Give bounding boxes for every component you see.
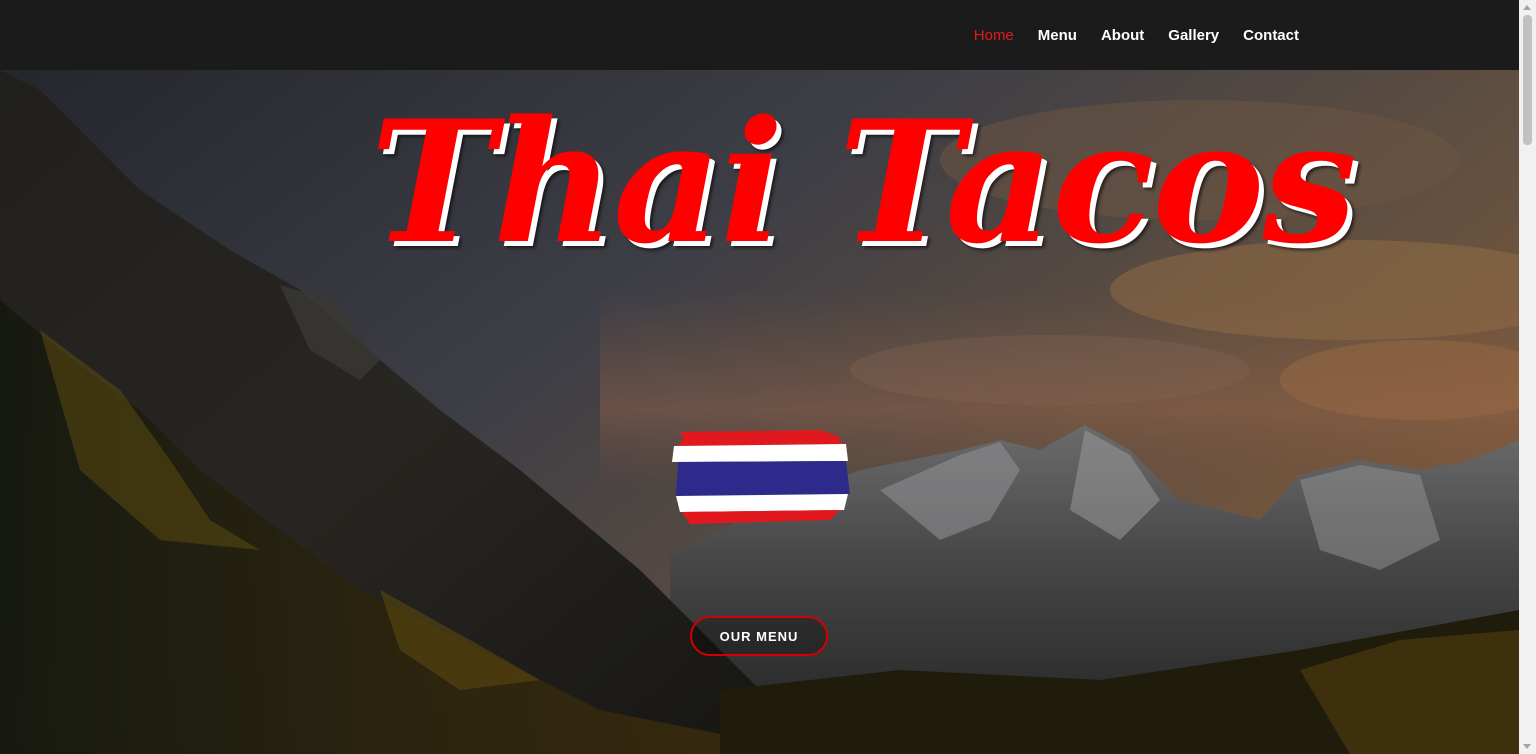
page-scrollbar[interactable] [1519, 0, 1536, 754]
nav-item-contact[interactable]: Contact [1243, 27, 1299, 44]
navbar: Home Menu About Gallery Contact [0, 0, 1519, 70]
hero-section: Thai Tacos OUR MENU [0, 70, 1519, 754]
nav-links: Home Menu About Gallery Contact [974, 0, 1299, 70]
page: Home Menu About Gallery Contact Thai Tac… [0, 0, 1536, 754]
nav-item-gallery[interactable]: Gallery [1168, 27, 1219, 44]
our-menu-button[interactable]: OUR MENU [690, 616, 828, 656]
nav-item-menu[interactable]: Menu [1038, 27, 1077, 44]
scroll-thumb[interactable] [1523, 15, 1532, 145]
scroll-up-arrow-icon[interactable] [1523, 5, 1531, 10]
nav-item-about[interactable]: About [1101, 27, 1144, 44]
thailand-flag-icon [672, 430, 850, 524]
scroll-down-arrow-icon[interactable] [1523, 744, 1531, 749]
nav-item-home[interactable]: Home [974, 27, 1014, 44]
hero-title: Thai Tacos [370, 83, 1357, 281]
